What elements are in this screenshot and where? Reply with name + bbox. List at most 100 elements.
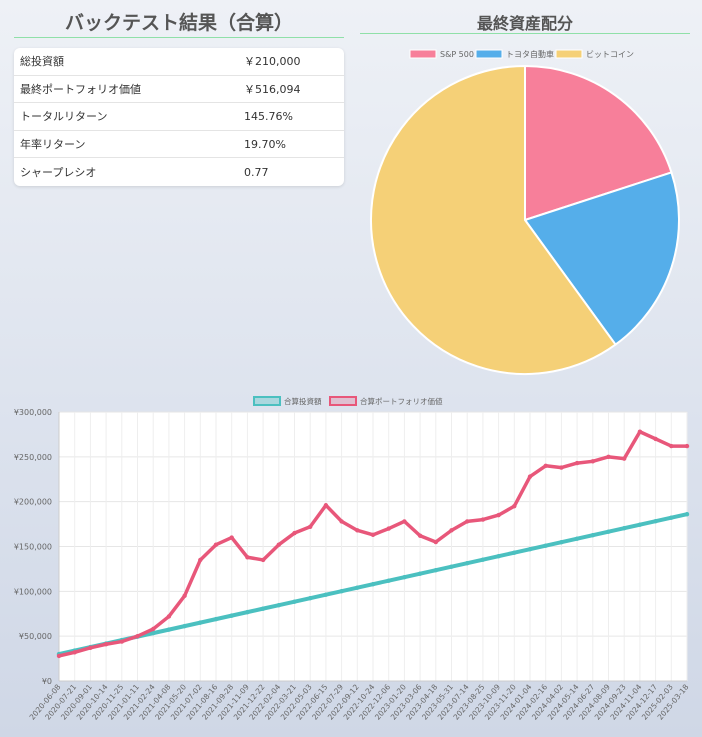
- portfolio-point[interactable]: [622, 456, 627, 461]
- results-title: バックテスト結果（合算）: [64, 12, 293, 34]
- investment-point[interactable]: [684, 512, 690, 517]
- portfolio-line-chart: ¥0 ¥50,000 ¥100,000 ¥150,000 ¥200,000 ¥250,00…: [0, 392, 702, 737]
- investment-point[interactable]: [260, 606, 266, 611]
- investment-point[interactable]: [198, 620, 203, 625]
- portfolio-point[interactable]: [496, 512, 501, 518]
- investment-point[interactable]: [559, 539, 564, 545]
- investment-point[interactable]: [527, 546, 533, 552]
- portfolio-point[interactable]: [292, 530, 297, 536]
- portfolio-point[interactable]: [213, 542, 219, 547]
- investment-point[interactable]: [339, 588, 344, 594]
- pie-legend-item[interactable]: トヨタ自動車: [475, 49, 554, 59]
- investment-point[interactable]: [433, 567, 438, 573]
- metric-row-sharpe-ratio: シャープレシオ 0.77: [14, 158, 344, 186]
- portfolio-point[interactable]: [386, 526, 391, 531]
- portfolio-point[interactable]: [88, 645, 93, 651]
- portfolio-point[interactable]: [355, 528, 360, 533]
- portfolio-point[interactable]: [229, 535, 234, 540]
- metric-label: 年率リターン: [20, 138, 86, 152]
- portfolio-point[interactable]: [119, 639, 125, 644]
- legend-swatch: [475, 49, 503, 59]
- portfolio-point[interactable]: [669, 443, 674, 449]
- legend-label: トヨタ自動車: [506, 49, 554, 59]
- metric-value: ￥516,094: [244, 82, 301, 96]
- investment-point[interactable]: [669, 515, 674, 520]
- portfolio-point[interactable]: [151, 626, 156, 632]
- portfolio-point[interactable]: [449, 528, 454, 533]
- metric-row-total-return: トータルリターン 145.76%: [14, 103, 344, 131]
- portfolio-point[interactable]: [653, 436, 658, 442]
- portfolio-point[interactable]: [56, 653, 62, 659]
- portfolio-point[interactable]: [480, 517, 486, 522]
- investment-point[interactable]: [166, 627, 172, 632]
- metric-label: 最終ポートフォリオ価値: [20, 82, 141, 96]
- investment-point[interactable]: [574, 536, 580, 541]
- line-legend-item[interactable]: 合算投資額: [253, 396, 322, 406]
- investment-point[interactable]: [386, 578, 391, 583]
- portfolio-point[interactable]: [559, 465, 564, 470]
- investment-point[interactable]: [590, 533, 595, 538]
- y-tick-label: ¥250,000: [14, 453, 52, 462]
- pie-legend-item[interactable]: ビットコイン: [555, 49, 634, 59]
- investment-point[interactable]: [653, 519, 658, 524]
- portfolio-point[interactable]: [323, 503, 329, 508]
- portfolio-point[interactable]: [182, 593, 187, 599]
- portfolio-point[interactable]: [433, 539, 438, 545]
- pie-chart-canvas: S&P 500 トヨタ自動車 ビットコイン: [370, 49, 680, 375]
- metric-row-annual-return: 年率リターン 19.70%: [14, 131, 344, 159]
- portfolio-point[interactable]: [402, 519, 407, 524]
- pie-legend-item[interactable]: S&P 500: [409, 49, 474, 59]
- allocation-title-underline: [360, 33, 690, 34]
- investment-point[interactable]: [480, 557, 486, 562]
- portfolio-point[interactable]: [198, 557, 203, 563]
- portfolio-point[interactable]: [417, 533, 423, 538]
- legend-swatch: [329, 396, 357, 406]
- investment-point[interactable]: [449, 564, 454, 569]
- portfolio-point[interactable]: [245, 555, 250, 560]
- portfolio-point[interactable]: [590, 459, 595, 464]
- portfolio-point[interactable]: [574, 460, 580, 466]
- portfolio-point[interactable]: [370, 532, 376, 538]
- investment-point[interactable]: [622, 526, 627, 531]
- portfolio-point[interactable]: [339, 519, 344, 524]
- investment-point[interactable]: [496, 553, 501, 559]
- investment-point[interactable]: [465, 560, 470, 566]
- portfolio-point[interactable]: [166, 614, 172, 619]
- portfolio-point[interactable]: [684, 443, 690, 449]
- portfolio-point[interactable]: [276, 542, 281, 547]
- investment-point[interactable]: [637, 522, 643, 527]
- portfolio-point[interactable]: [543, 463, 548, 468]
- investment-point[interactable]: [292, 599, 297, 604]
- investment-point[interactable]: [417, 571, 423, 576]
- investment-point[interactable]: [229, 613, 234, 618]
- portfolio-point[interactable]: [606, 454, 611, 460]
- portfolio-point[interactable]: [103, 642, 109, 647]
- portfolio-point[interactable]: [72, 650, 77, 655]
- y-tick-label: ¥100,000: [14, 587, 52, 596]
- investment-point[interactable]: [213, 616, 219, 622]
- portfolio-point[interactable]: [260, 557, 266, 563]
- legend-label: 合算投資額: [284, 396, 322, 406]
- y-tick-label: ¥50,000: [19, 632, 52, 641]
- investment-point[interactable]: [402, 574, 407, 580]
- portfolio-point[interactable]: [308, 524, 313, 529]
- y-tick-label: ¥200,000: [14, 498, 52, 507]
- investment-point[interactable]: [323, 592, 329, 597]
- results-title-underline: [14, 37, 344, 38]
- investment-point[interactable]: [370, 581, 376, 587]
- portfolio-point[interactable]: [135, 633, 140, 639]
- portfolio-point[interactable]: [637, 429, 643, 434]
- investment-point[interactable]: [245, 609, 250, 615]
- investment-point[interactable]: [182, 623, 187, 629]
- metric-value: 145.76%: [244, 109, 293, 123]
- investment-point[interactable]: [543, 543, 548, 548]
- line-legend-item[interactable]: 合算ポートフォリオ価値: [329, 396, 443, 406]
- investment-point[interactable]: [512, 550, 517, 555]
- investment-point[interactable]: [276, 602, 281, 608]
- portfolio-point[interactable]: [527, 474, 533, 479]
- investment-point[interactable]: [355, 585, 360, 590]
- investment-point[interactable]: [308, 595, 313, 601]
- investment-point[interactable]: [606, 529, 611, 534]
- portfolio-point[interactable]: [465, 519, 470, 524]
- portfolio-point[interactable]: [512, 503, 517, 509]
